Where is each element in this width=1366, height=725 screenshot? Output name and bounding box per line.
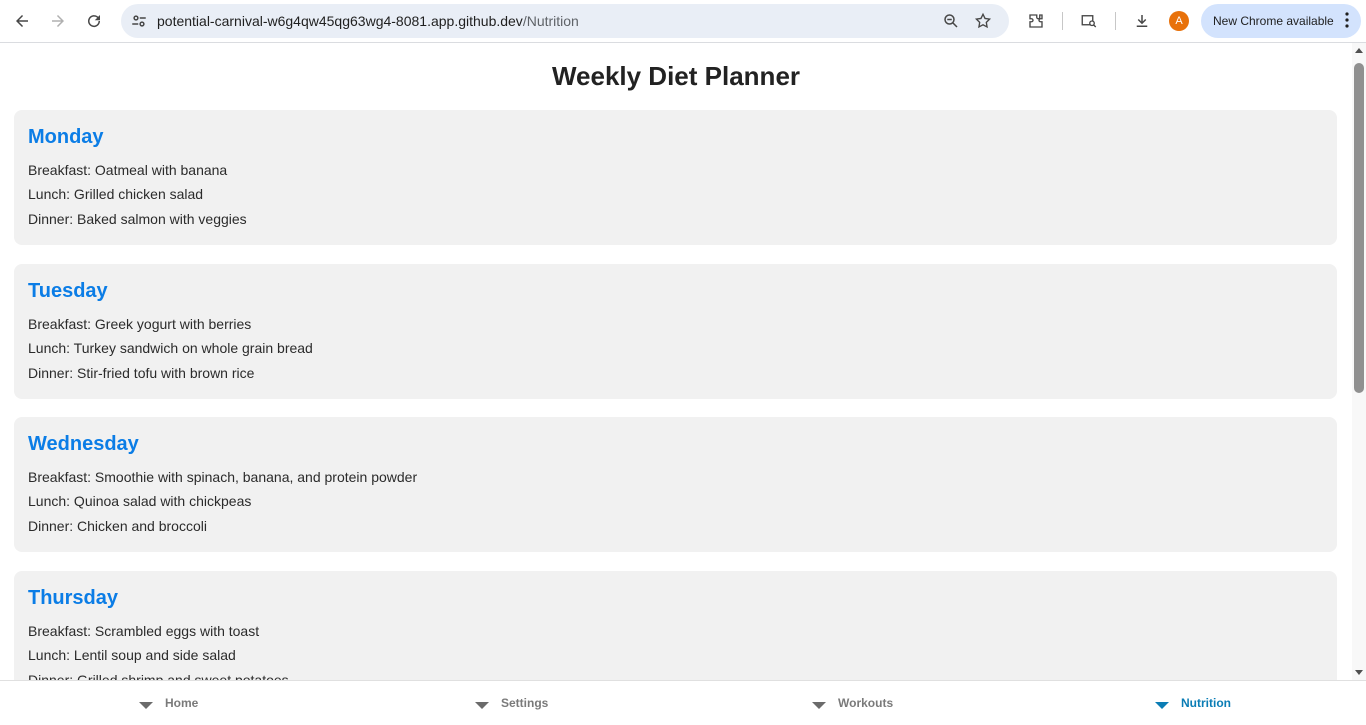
meal-breakfast: Breakfast: Greek yogurt with berries [28, 316, 252, 332]
day-title: Tuesday [28, 280, 108, 302]
caret-down-icon [139, 701, 153, 709]
scroll-up-arrow-icon[interactable] [1355, 48, 1363, 53]
nav-item-home[interactable]: Home [139, 681, 198, 725]
meal-breakfast: Breakfast: Oatmeal with banana [28, 162, 228, 178]
caret-down-icon [475, 701, 489, 709]
back-arrow-icon[interactable] [8, 7, 36, 35]
meal-breakfast: Breakfast: Scrambled eggs with toast [28, 623, 260, 639]
nav-label: Home [165, 696, 199, 710]
scroll-down-arrow-icon[interactable] [1355, 670, 1363, 675]
caret-down-icon [812, 701, 826, 709]
day-title: Wednesday [28, 433, 139, 455]
url-text: potential-carnival-w6g4qw45qg63wg4-8081.… [157, 13, 579, 29]
page-content: Weekly Diet Planner Monday Breakfast: Oa… [0, 43, 1352, 680]
nav-label: Workouts [838, 696, 894, 710]
day-card-tuesday: Tuesday Breakfast: Greek yogurt with ber… [14, 264, 1337, 399]
bookmark-star-icon[interactable] [971, 9, 995, 33]
site-settings-icon[interactable] [129, 11, 149, 31]
scroll-thumb[interactable] [1354, 63, 1364, 393]
meal-dinner: Dinner: Baked salmon with veggies [28, 211, 247, 227]
update-label: New Chrome available [1213, 14, 1334, 28]
day-card-monday: Monday Breakfast: Oatmeal with banana Lu… [14, 110, 1337, 245]
day-card-thursday: Thursday Breakfast: Scrambled eggs with … [14, 571, 1337, 680]
reload-icon[interactable] [80, 7, 108, 35]
day-title: Monday [28, 126, 104, 148]
meal-dinner: Dinner: Grilled shrimp and sweet potatoe… [28, 672, 289, 680]
meal-lunch: Lunch: Quinoa salad with chickpeas [28, 493, 252, 509]
nav-item-settings[interactable]: Settings [475, 681, 548, 725]
day-title: Thursday [28, 587, 119, 609]
day-card-wednesday: Wednesday Breakfast: Smoothie with spina… [14, 417, 1337, 552]
extensions-icon[interactable] [1022, 7, 1050, 35]
nav-item-nutrition[interactable]: Nutrition [1155, 681, 1231, 725]
bottom-nav: Home Settings Workouts Nutrition [0, 680, 1366, 725]
zoom-icon[interactable] [939, 9, 963, 33]
chrome-update-button[interactable]: New Chrome available [1201, 4, 1361, 38]
browser-toolbar: potential-carnival-w6g4qw45qg63wg4-8081.… [0, 0, 1366, 43]
toolbar-divider [1062, 12, 1063, 30]
url-host: potential-carnival-w6g4qw45qg63wg4-8081.… [157, 13, 523, 29]
meal-dinner: Dinner: Chicken and broccoli [28, 518, 207, 534]
nav-label: Nutrition [1181, 696, 1231, 710]
tab-search-icon[interactable] [1075, 7, 1103, 35]
forward-arrow-icon[interactable] [44, 7, 72, 35]
url-path: /Nutrition [522, 13, 579, 29]
meal-breakfast: Breakfast: Smoothie with spinach, banana… [28, 469, 418, 485]
meal-lunch: Lunch: Lentil soup and side salad [28, 647, 236, 663]
address-bar[interactable]: potential-carnival-w6g4qw45qg63wg4-8081.… [121, 4, 1009, 38]
meal-lunch: Lunch: Turkey sandwich on whole grain br… [28, 340, 313, 356]
caret-down-icon [1155, 701, 1169, 709]
page-title: Weekly Diet Planner [551, 61, 801, 91]
download-icon[interactable] [1128, 7, 1156, 35]
page-scrollbar[interactable] [1352, 43, 1366, 680]
profile-avatar[interactable]: A [1169, 11, 1189, 31]
toolbar-divider [1115, 12, 1116, 30]
more-menu-icon[interactable] [1345, 12, 1349, 28]
nav-label: Settings [501, 696, 549, 710]
meal-dinner: Dinner: Stir-fried tofu with brown rice [28, 365, 255, 381]
meal-lunch: Lunch: Grilled chicken salad [28, 186, 204, 202]
nav-item-workouts[interactable]: Workouts [812, 681, 893, 725]
